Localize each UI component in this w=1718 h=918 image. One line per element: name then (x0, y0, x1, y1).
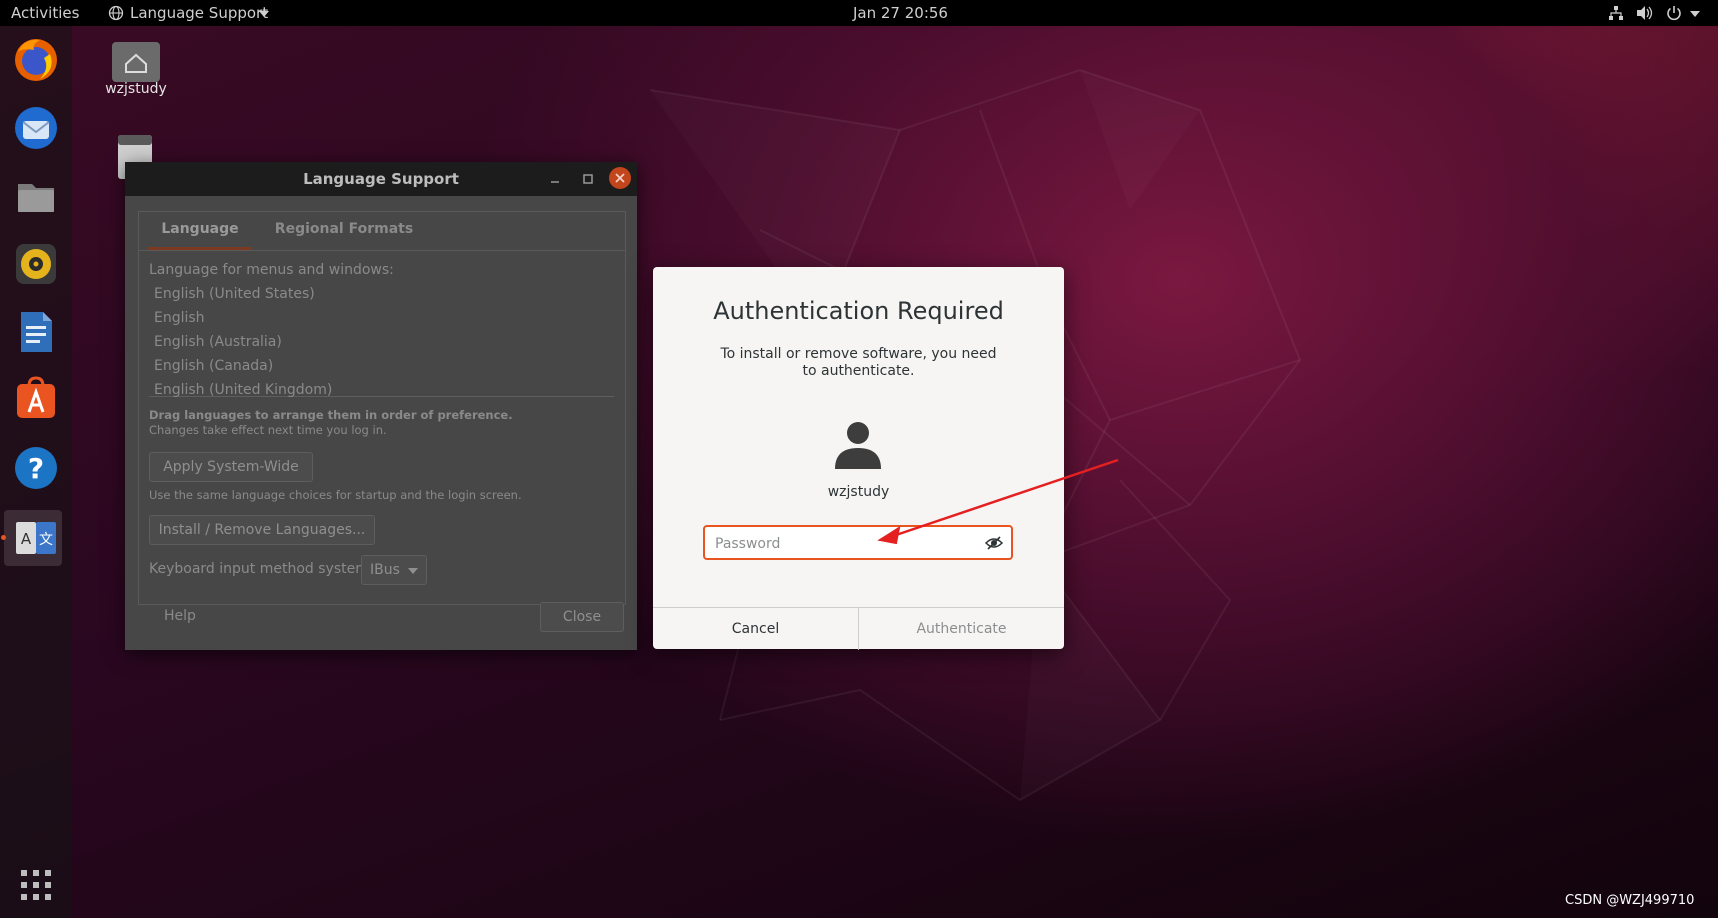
close-window-button[interactable] (609, 167, 631, 189)
home-folder-icon (112, 42, 160, 82)
clock[interactable]: Jan 27 20:56 (853, 0, 948, 26)
minimize-icon (551, 181, 559, 183)
desktop-home-folder[interactable]: wzjstudy (104, 38, 168, 102)
system-tray[interactable] (1608, 0, 1708, 26)
help-icon: ? (15, 447, 57, 489)
language-item[interactable]: English (Canada) (154, 358, 273, 374)
dock-rhythmbox[interactable] (10, 238, 62, 290)
app-menu-label: Language Support (130, 4, 269, 22)
language-item[interactable]: English (Australia) (154, 334, 282, 350)
tab-regional-formats-label: Regional Formats (274, 221, 414, 237)
tab-regional-formats[interactable]: Regional Formats (269, 212, 419, 247)
user-avatar-icon (835, 422, 881, 469)
thunderbird-icon (15, 107, 57, 149)
tab-language-label: Language (161, 221, 239, 237)
software-store-icon (17, 376, 55, 418)
apps-grid-icon (21, 870, 51, 900)
firefox-icon (15, 39, 57, 81)
language-icon: A 文 (16, 522, 56, 554)
dialog-message: To install or remove software, you need … (720, 346, 997, 379)
activities-button[interactable]: Activities (11, 0, 79, 26)
volume-icon (1637, 6, 1653, 20)
show-apps-button[interactable] (19, 868, 53, 902)
password-field[interactable] (703, 525, 1013, 560)
keyboard-input-select[interactable]: IBus (361, 555, 427, 585)
close-button[interactable]: Close (540, 602, 624, 632)
chevron-down-icon (1690, 11, 1700, 17)
svg-text:A: A (21, 530, 32, 548)
drag-hint-bold: Drag languages to arrange them in order … (149, 408, 513, 422)
dock-firefox[interactable] (10, 34, 62, 86)
chevron-down-icon (408, 568, 418, 574)
dock-thunderbird[interactable] (10, 102, 62, 154)
chevron-down-icon (259, 11, 269, 17)
files-icon (18, 184, 54, 212)
authentication-dialog: Authentication Required To install or re… (653, 267, 1064, 650)
tab-language[interactable]: Language (148, 212, 252, 250)
dock-help[interactable]: ? (10, 442, 62, 494)
authenticate-button[interactable]: Authenticate (859, 608, 1064, 650)
language-support-window: Language Support Language Regional Forma… (125, 162, 637, 650)
network-icon (1609, 6, 1623, 20)
cancel-button[interactable]: Cancel (653, 608, 859, 650)
dock-files[interactable] (10, 170, 62, 222)
dock-libreoffice-writer[interactable] (10, 306, 62, 358)
app-menu[interactable]: Language Support (108, 0, 273, 26)
maximize-icon (583, 174, 593, 184)
minimize-button[interactable] (547, 171, 563, 187)
top-bar: Activities Language Support Jan 27 20:56 (0, 0, 1718, 26)
apply-hint: Use the same language choices for startu… (149, 488, 522, 502)
tab-frame: Language Regional Formats Language for m… (138, 211, 626, 605)
running-indicator (1, 535, 6, 540)
globe-icon (108, 5, 124, 21)
language-list[interactable]: English (United States) English English … (149, 284, 614, 398)
dock: ? A 文 (0, 26, 72, 918)
apply-system-wide-button[interactable]: Apply System-Wide (149, 452, 313, 482)
tab-divider (139, 250, 625, 251)
eye-hidden-icon (984, 536, 1004, 550)
help-button[interactable]: Help (164, 602, 196, 630)
language-item[interactable]: English (154, 310, 205, 326)
dock-language-support[interactable]: A 文 (1, 510, 62, 566)
maximize-button[interactable] (580, 171, 596, 187)
writer-icon (21, 312, 52, 352)
menus-label: Language for menus and windows: (149, 262, 394, 278)
password-input[interactable] (713, 530, 967, 557)
language-item[interactable]: English (United States) (154, 286, 315, 302)
dialog-button-row: Cancel Authenticate (653, 607, 1064, 650)
language-item[interactable]: English (United Kingdom) (154, 382, 332, 398)
drag-hint: Changes take effect next time you log in… (149, 423, 387, 437)
home-folder-label: wzjstudy (105, 81, 167, 97)
install-remove-languages-button[interactable]: Install / Remove Languages... (149, 515, 375, 545)
power-icon (1667, 6, 1681, 21)
svg-text:文: 文 (39, 532, 53, 548)
window-titlebar[interactable]: Language Support (125, 162, 637, 196)
dialog-title: Authentication Required (713, 297, 1004, 325)
svg-text:?: ? (28, 452, 44, 485)
window-content: Language Regional Formats Language for m… (125, 196, 637, 650)
rhythmbox-icon (16, 244, 56, 284)
dock-software[interactable] (10, 374, 62, 426)
keyboard-input-value: IBus (370, 562, 400, 578)
close-icon (615, 173, 625, 183)
reveal-password-button[interactable] (984, 533, 1004, 553)
watermark: CSDN @WZJ499710 (1565, 893, 1695, 908)
username: wzjstudy (827, 484, 890, 500)
keyboard-label: Keyboard input method system: (149, 561, 374, 577)
